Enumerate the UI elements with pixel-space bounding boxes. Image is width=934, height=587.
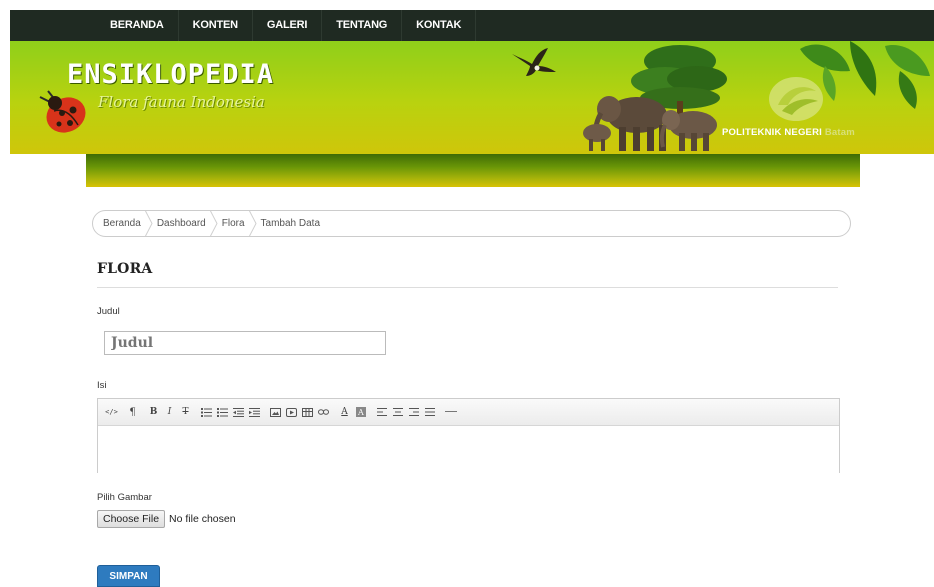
institution-name-bright: POLITEKNIK NEGERI: [722, 127, 822, 138]
table-icon[interactable]: [300, 402, 315, 422]
unordered-list-icon[interactable]: [199, 402, 214, 422]
main-menu: BERANDA KONTEN GALERI TENTANG KONTAK: [98, 10, 477, 41]
nav-item-tentang[interactable]: TENTANG: [322, 10, 403, 41]
page-title: FLORA: [97, 261, 153, 277]
site-logo-title: ENSIKLOPEDIA: [67, 59, 275, 90]
judul-input[interactable]: [104, 331, 386, 355]
paragraph-icon[interactable]: ¶: [125, 402, 140, 422]
link-icon[interactable]: [316, 402, 331, 422]
html-icon[interactable]: </>: [104, 402, 119, 422]
title-divider: [97, 287, 838, 288]
align-center-icon[interactable]: [390, 402, 405, 422]
editor-content-area[interactable]: [98, 426, 839, 473]
breadcrumb-item-flora[interactable]: Flora: [221, 211, 261, 236]
align-right-icon[interactable]: [406, 402, 421, 422]
isi-label: Isi: [97, 380, 107, 391]
choose-file-button[interactable]: Choose File: [97, 510, 166, 528]
breadcrumb-label: Tambah Data: [260, 218, 321, 229]
file-input: Choose File No file chosen: [97, 510, 236, 528]
video-icon[interactable]: [284, 402, 299, 422]
svg-text:A: A: [357, 408, 364, 417]
italic-icon[interactable]: I: [162, 402, 177, 422]
site-logo-subtitle: Flora fauna Indonesia: [98, 93, 265, 111]
chevron-right-icon: [248, 211, 257, 236]
file-status-text: No file chosen: [169, 513, 236, 525]
bold-icon[interactable]: B: [146, 402, 161, 422]
breadcrumb-label: Dashboard: [156, 218, 206, 229]
ordered-list-icon[interactable]: [215, 402, 230, 422]
align-left-icon[interactable]: [374, 402, 389, 422]
simpan-button[interactable]: SIMPAN: [97, 565, 160, 587]
chevron-right-icon: [144, 211, 153, 236]
elephants-icon: [583, 96, 717, 151]
nav-item-kontak[interactable]: KONTAK: [402, 10, 477, 41]
background-color-icon[interactable]: A: [353, 402, 368, 422]
font-color-icon[interactable]: A: [337, 402, 352, 422]
header-banner: ENSIKLOPEDIA Flora fauna Indonesia POLIT…: [10, 41, 934, 154]
image-icon[interactable]: [268, 402, 283, 422]
eagle-icon: [512, 48, 556, 76]
top-navbar: BERANDA KONTEN GALERI TENTANG KONTAK: [10, 10, 934, 41]
institution-name: POLITEKNIK NEGERI Batam: [722, 127, 855, 138]
institution-logo-icon: [769, 77, 823, 121]
breadcrumb-label: Flora: [221, 218, 245, 229]
strikethrough-icon[interactable]: T: [178, 402, 193, 422]
judul-label: Judul: [97, 306, 120, 317]
nav-item-beranda[interactable]: BERANDA: [98, 10, 179, 41]
breadcrumb: Beranda Dashboard Flora Tambah Data: [92, 210, 851, 237]
breadcrumb-item-tambah-data: Tambah Data: [260, 211, 321, 236]
breadcrumb-item-beranda[interactable]: Beranda: [103, 211, 157, 236]
nav-item-konten[interactable]: KONTEN: [179, 10, 253, 41]
chevron-right-icon: [209, 211, 218, 236]
breadcrumb-item-dashboard[interactable]: Dashboard: [156, 211, 222, 236]
align-justify-icon[interactable]: [422, 402, 437, 422]
breadcrumb-label: Beranda: [103, 218, 141, 229]
banner-divider-bar: [86, 154, 860, 187]
outdent-icon[interactable]: [231, 402, 246, 422]
institution-name-dim: Batam: [824, 127, 855, 138]
rich-text-editor: </> ¶ B I T A A: [97, 398, 840, 473]
nav-item-galeri[interactable]: GALERI: [253, 10, 323, 41]
horizontal-rule-icon[interactable]: [443, 402, 458, 422]
pilih-gambar-label: Pilih Gambar: [97, 492, 152, 503]
ladybug-icon: [39, 90, 86, 133]
editor-toolbar: </> ¶ B I T A A: [98, 399, 839, 426]
indent-icon[interactable]: [247, 402, 262, 422]
